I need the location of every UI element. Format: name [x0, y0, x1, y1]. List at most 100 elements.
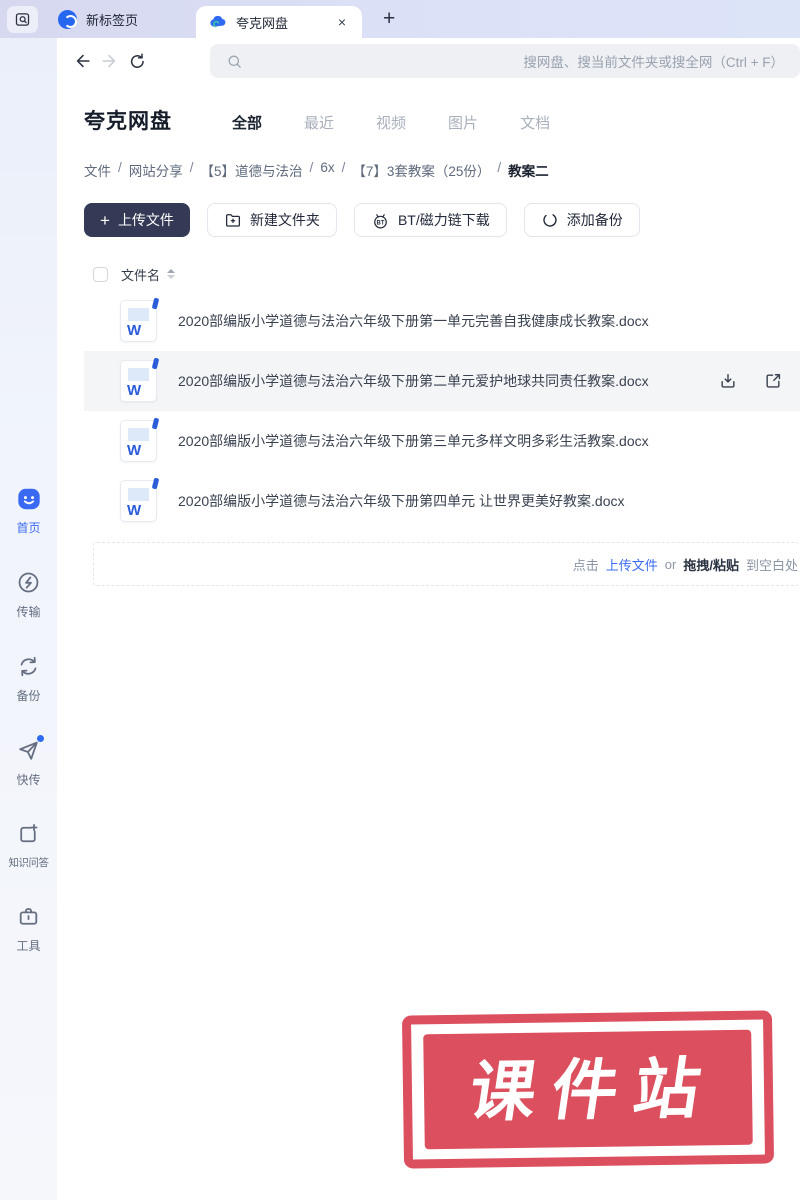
- watermark-stamp-inner: 课件站: [423, 1029, 753, 1150]
- file-list: W 2020部编版小学道德与法治六年级下册第一单元完善自我健康成长教案.docx…: [84, 291, 800, 531]
- file-name: 2020部编版小学道德与法治六年级下册第一单元完善自我健康成长教案.docx: [178, 313, 649, 329]
- browser-tab-newtab[interactable]: 新标签页: [46, 9, 172, 29]
- tab-label: 夸克网盘: [236, 15, 289, 31]
- action-buttons: + 上传文件 新建文件夹 BT BT/磁力链下载 添加备份: [84, 203, 800, 237]
- file-name: 2020部编版小学道德与法治六年级下册第二单元爱护地球共同责任教案.docx: [178, 373, 649, 389]
- sort-desc-icon: [167, 275, 176, 279]
- sidebar-item-tools[interactable]: 工具: [15, 903, 42, 954]
- sidebar-item-label: 传输: [16, 605, 41, 619]
- row-actions: [718, 371, 783, 391]
- paper-plane-icon: [15, 735, 44, 764]
- new-tab-button[interactable]: +: [377, 7, 401, 31]
- search-input[interactable]: 搜网盘、搜当前文件夹或搜全网（Ctrl + F）: [209, 44, 800, 78]
- new-folder-label: 新建文件夹: [249, 212, 320, 228]
- browser-tab-quark-drive[interactable]: 夸克网盘 ×: [196, 6, 363, 38]
- new-folder-button[interactable]: 新建文件夹: [206, 203, 337, 237]
- folder-plus-icon: [224, 211, 242, 229]
- sidebar-item-label: 知识问答: [8, 857, 50, 869]
- breadcrumb-separator: /: [189, 160, 194, 175]
- hint-prefix: 点击: [572, 557, 599, 573]
- breadcrumb-item[interactable]: 【7】3套教案（25份）: [352, 160, 490, 180]
- bt-magnet-download-button[interactable]: BT BT/磁力链下载: [353, 203, 507, 237]
- breadcrumb-item[interactable]: 6x: [320, 160, 334, 180]
- sort-asc-icon: [167, 269, 176, 273]
- open-external-icon[interactable]: [763, 371, 783, 391]
- word-doc-icon: W: [120, 477, 160, 522]
- breadcrumb-separator: /: [309, 160, 314, 175]
- breadcrumb-separator: /: [118, 160, 122, 175]
- tab-close-icon[interactable]: ×: [334, 13, 350, 31]
- breadcrumb: 文件 / 网站分享 / 【5】道德与法治 / 6x / 【7】3套教案（25份）…: [84, 160, 800, 180]
- breadcrumb-separator: /: [497, 160, 502, 175]
- hint-suffix: 到空白处: [745, 557, 798, 573]
- hint-upload-link[interactable]: 上传文件: [606, 555, 658, 574]
- tab-all[interactable]: 全部: [232, 112, 262, 133]
- tab-search-button[interactable]: [7, 5, 38, 33]
- sidebar-item-quick-send[interactable]: 快传: [15, 735, 44, 788]
- navigation-toolbar: 搜网盘、搜当前文件夹或搜全网（Ctrl + F）: [57, 38, 800, 84]
- hint-or: or: [664, 556, 677, 572]
- tab-label: 新标签页: [86, 12, 139, 28]
- search-icon: [226, 53, 243, 70]
- word-doc-icon: W: [120, 417, 160, 462]
- watermark-stamp: 课件站: [401, 1010, 775, 1169]
- sidebar-item-transfer[interactable]: 传输: [15, 569, 42, 620]
- file-name: 2020部编版小学道德与法治六年级下册第三单元多样文明多彩生活教案.docx: [178, 433, 649, 449]
- upload-file-button[interactable]: + 上传文件: [84, 203, 190, 237]
- sidebar-item-label: 快传: [16, 773, 41, 787]
- breadcrumb-separator: /: [341, 160, 346, 175]
- tab-videos[interactable]: 视频: [376, 112, 406, 133]
- add-backup-button[interactable]: 添加备份: [523, 203, 640, 237]
- home-smiley-icon: [15, 485, 42, 512]
- tab-images[interactable]: 图片: [448, 112, 478, 133]
- tab-documents[interactable]: 文档: [520, 112, 550, 133]
- collections-search-icon: [14, 11, 31, 28]
- sidebar-item-label: 备份: [16, 689, 41, 703]
- search-placeholder: 搜网盘、搜当前文件夹或搜全网（Ctrl + F）: [523, 55, 784, 70]
- file-row[interactable]: W 2020部编版小学道德与法治六年级下册第一单元完善自我健康成长教案.docx: [84, 291, 800, 351]
- browser-tab-bar: 新标签页 夸克网盘 × +: [0, 0, 800, 38]
- file-row[interactable]: W 2020部编版小学道德与法治六年级下册第四单元 让世界更美好教案.docx: [84, 471, 800, 531]
- quark-browser-logo-icon: [58, 9, 77, 29]
- breadcrumb-item[interactable]: 【5】道德与法治: [201, 160, 303, 180]
- breadcrumb-current: 教案二: [508, 164, 549, 179]
- filter-tabs: 全部 最近 视频 图片 文档: [232, 112, 550, 133]
- select-all-checkbox[interactable]: [93, 266, 108, 282]
- breadcrumb-item[interactable]: 文件: [84, 160, 111, 180]
- back-button[interactable]: [73, 48, 93, 74]
- file-name: 2020部编版小学道德与法治六年级下册第四单元 让世界更美好教案.docx: [178, 493, 625, 509]
- sidebar-item-home[interactable]: 首页: [15, 485, 42, 536]
- plus-icon: +: [100, 210, 110, 230]
- hint-drag-label: 拖拽/粘贴: [683, 557, 739, 573]
- file-row[interactable]: W 2020部编版小学道德与法治六年级下册第三单元多样文明多彩生活教案.docx: [84, 411, 800, 471]
- download-icon[interactable]: [718, 371, 738, 391]
- forward-button[interactable]: [99, 48, 119, 74]
- svg-text:BT: BT: [376, 220, 384, 226]
- bt-download-label: BT/磁力链下载: [397, 212, 490, 228]
- word-doc-icon: W: [120, 357, 160, 402]
- backup-spinner-icon: [541, 211, 559, 229]
- note-plus-icon: [15, 821, 42, 848]
- upload-file-label: 上传文件: [117, 212, 174, 228]
- app-sidebar: 首页 传输 备份 快传 知识问答 工具: [0, 38, 57, 1200]
- refresh-button[interactable]: [128, 48, 148, 74]
- upload-drop-zone[interactable]: 点击 上传文件 or 拖拽/粘贴 到空白处: [93, 542, 800, 586]
- sidebar-item-label: 首页: [16, 521, 41, 535]
- bt-magnet-icon: BT: [371, 211, 390, 230]
- notification-dot: [37, 735, 44, 742]
- filename-column-header: 文件名: [121, 267, 161, 283]
- sidebar-item-label: 工具: [16, 939, 41, 953]
- transfer-icon: [15, 569, 42, 596]
- word-doc-icon: W: [120, 297, 160, 342]
- sidebar-item-knowledge-qa[interactable]: 知识问答: [9, 821, 49, 870]
- sidebar-item-backup[interactable]: 备份: [15, 653, 42, 704]
- file-row[interactable]: W 2020部编版小学道德与法治六年级下册第二单元爱护地球共同责任教案.docx: [84, 351, 800, 411]
- watermark-text: 课件站: [464, 1050, 722, 1129]
- file-table-header: 文件名: [84, 260, 800, 288]
- add-backup-label: 添加备份: [566, 212, 623, 228]
- sort-toggle[interactable]: [167, 269, 176, 279]
- breadcrumb-item[interactable]: 网站分享: [129, 160, 183, 180]
- toolbox-icon: [15, 903, 42, 930]
- tab-recent[interactable]: 最近: [304, 112, 334, 133]
- page-title: 夸克网盘: [84, 110, 172, 133]
